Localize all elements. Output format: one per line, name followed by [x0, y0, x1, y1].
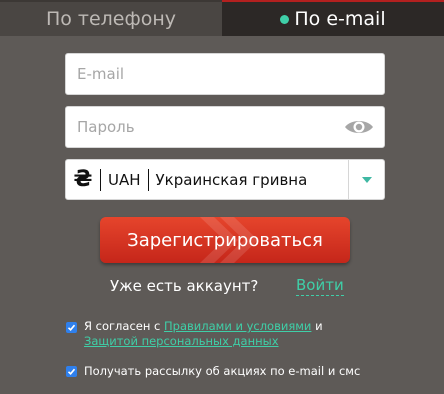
check-icon	[67, 324, 76, 331]
password-field-container	[65, 106, 385, 148]
active-dot-icon	[280, 14, 290, 24]
password-field[interactable]	[66, 107, 384, 147]
consent-prefix: Я согласен с	[84, 319, 164, 333]
auth-tabs: По телефону По e-mail	[0, 0, 444, 36]
login-link[interactable]: Войти	[296, 276, 344, 296]
chevron-down-icon[interactable]	[348, 160, 384, 199]
newsletter-checkbox[interactable]	[66, 366, 77, 377]
email-field-container	[65, 53, 385, 95]
check-icon	[67, 368, 76, 375]
terms-checkbox[interactable]	[66, 322, 77, 333]
consent-and: и	[311, 319, 323, 333]
email-field[interactable]	[66, 54, 384, 94]
hryvnia-icon: ₴	[73, 167, 93, 192]
currency-code: UAH	[108, 170, 141, 189]
tab-phone[interactable]: По телефону	[0, 0, 222, 36]
currency-select[interactable]: ₴ UAH Украинская гривна	[65, 159, 385, 200]
tab-email[interactable]: По e-mail	[222, 0, 444, 36]
have-account-text: Уже есть аккаунт?	[110, 277, 259, 295]
privacy-link[interactable]: Защитой персональных данных	[84, 334, 279, 348]
newsletter-consent-text: Получать рассылку об акциях по e-mail и …	[84, 364, 361, 378]
eye-icon[interactable]	[344, 116, 374, 138]
terms-consent-text: Я согласен с Правилами и условиями и Защ…	[84, 319, 374, 349]
register-button[interactable]: Зарегистрироваться	[100, 217, 350, 263]
tab-email-label: По e-mail	[294, 8, 386, 30]
tab-phone-label: По телефону	[45, 8, 177, 30]
register-label: Зарегистрироваться	[127, 229, 323, 251]
currency-name: Украинская гривна	[155, 170, 308, 189]
rules-link[interactable]: Правилами и условиями	[164, 319, 311, 333]
